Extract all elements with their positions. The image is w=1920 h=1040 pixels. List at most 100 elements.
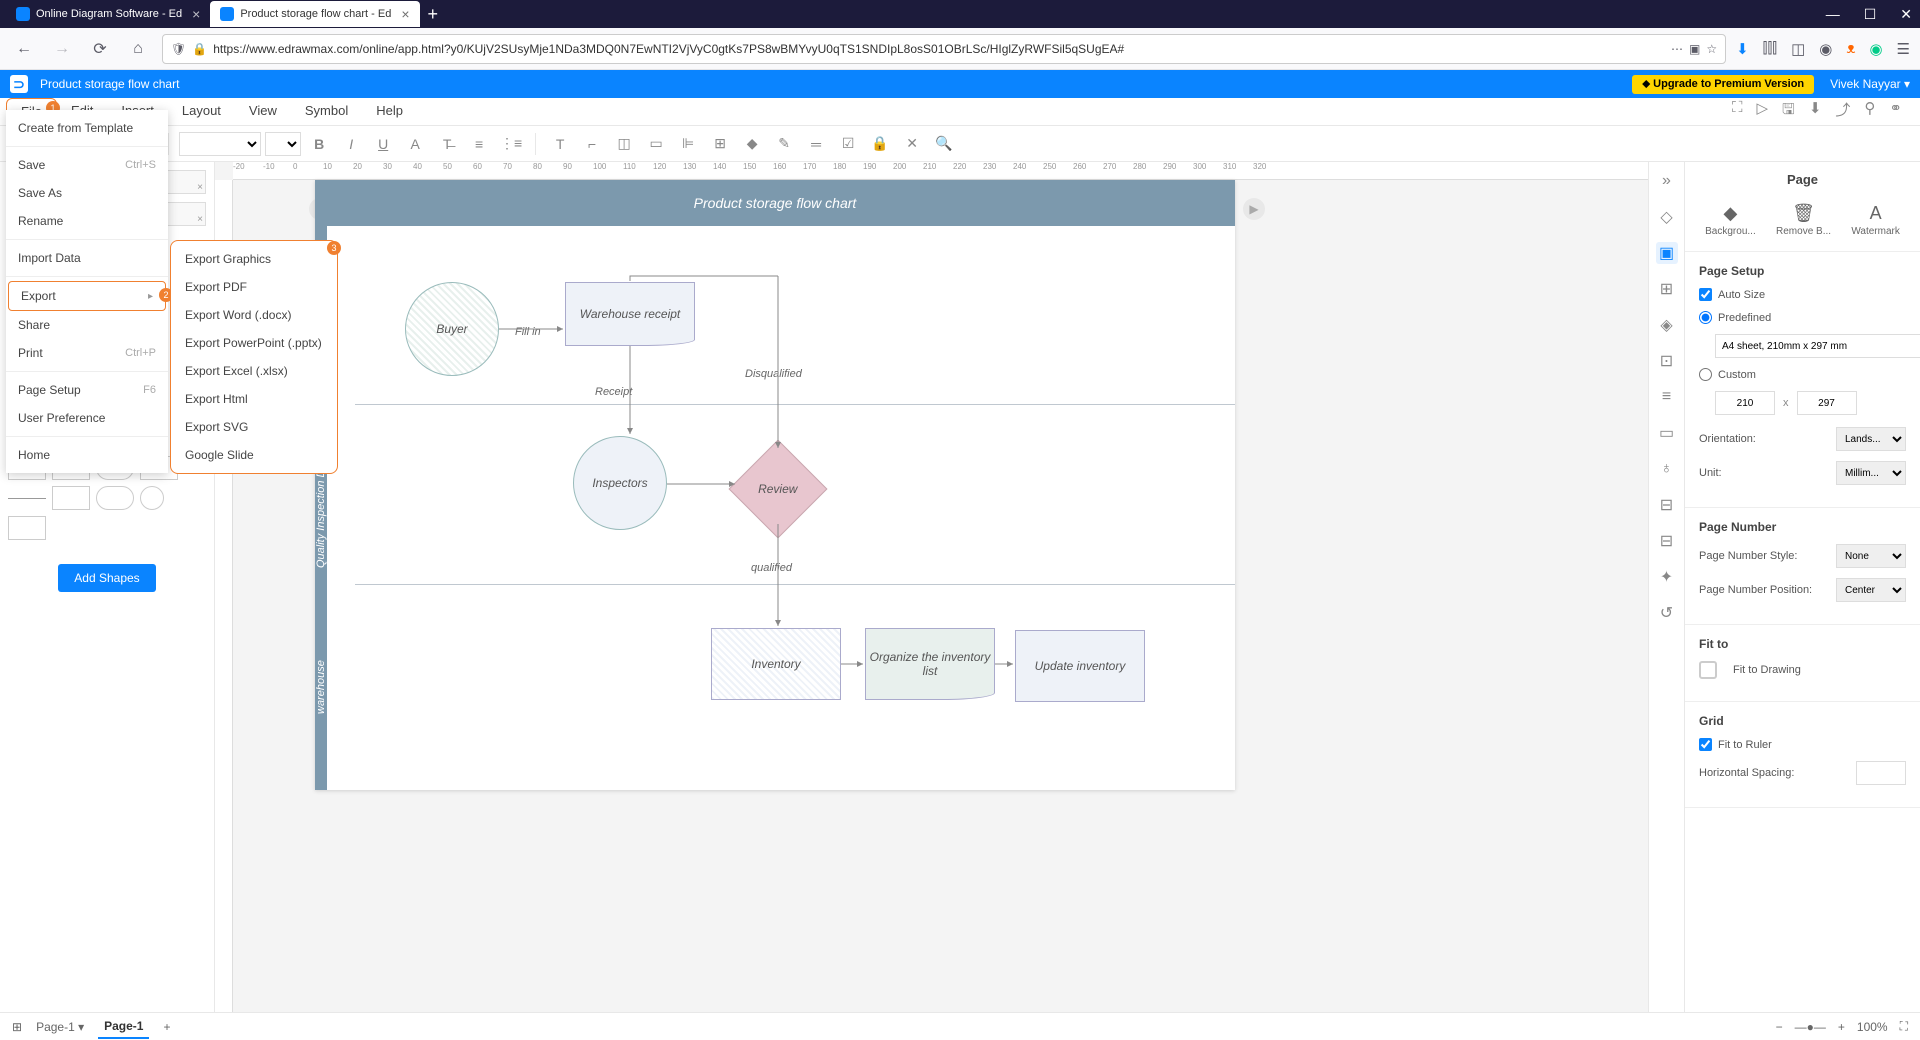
zoom-slider[interactable]: —●— (1795, 1020, 1826, 1034)
watermark-button[interactable]: AWatermark (1851, 203, 1900, 237)
link-icon[interactable]: ⊟ (1656, 494, 1678, 516)
fit-screen-icon[interactable]: ⛶ (1900, 1019, 1908, 1034)
minimize-icon[interactable]: — (1826, 6, 1840, 23)
data-icon[interactable]: ≡ (1656, 386, 1678, 408)
page-nav-right[interactable]: ▶ (1243, 198, 1265, 220)
unit-select[interactable]: Millim... (1836, 461, 1906, 485)
add-shapes-button[interactable]: Add Shapes (58, 564, 155, 592)
line-color-tool[interactable]: ✎ (770, 130, 798, 158)
export-google-slide[interactable]: Google Slide (171, 441, 337, 469)
ext2-icon[interactable]: ◉ (1869, 40, 1882, 58)
canvas-area[interactable]: -20-100102030405060708090100110120130140… (215, 162, 1648, 1012)
sidebar-icon[interactable]: ◫ (1791, 40, 1805, 58)
height-input[interactable] (1797, 391, 1857, 415)
close-icon[interactable]: × (401, 6, 409, 22)
save-icon[interactable]: 🖫 (1782, 99, 1795, 124)
node-warehouse-receipt[interactable]: Warehouse receipt (565, 282, 695, 346)
export-icon[interactable]: ⤴ (1835, 99, 1850, 124)
menu-symbol[interactable]: Symbol (291, 98, 362, 125)
shape-tool[interactable]: ◫ (610, 130, 638, 158)
pn-style-select[interactable]: None (1836, 544, 1906, 568)
reload-button[interactable]: ⟳ (86, 35, 114, 63)
menu-save-as[interactable]: Save As (6, 179, 168, 207)
user-menu[interactable]: Vivek Nayyar ▾ (1830, 77, 1910, 91)
outline-icon[interactable]: ⊞ (12, 1020, 22, 1034)
menu-save[interactable]: SaveCtrl+S (6, 151, 168, 179)
zoom-level[interactable]: 100% (1857, 1020, 1888, 1034)
dots-icon[interactable]: ⋯ (1671, 42, 1683, 56)
page-settings-icon[interactable]: ▣ (1656, 242, 1678, 264)
close-window-icon[interactable]: ✕ (1900, 6, 1912, 23)
swimlane-label[interactable]: warehouse (315, 584, 327, 790)
library-icon[interactable]: ⫿⫿⫿ (1763, 40, 1777, 57)
shape-swatch[interactable] (8, 498, 46, 499)
upgrade-premium-button[interactable]: ⬥ Upgrade to Premium Version (1632, 75, 1814, 94)
url-bar[interactable]: 🛡 🔒 https://www.edrawmax.com/online/app.… (162, 34, 1726, 64)
download-icon[interactable]: ⬇ (1736, 40, 1749, 58)
connector-tool[interactable]: ⌐ (578, 130, 606, 158)
export-graphics[interactable]: Export Graphics3 (171, 245, 337, 273)
width-input[interactable] (1715, 391, 1775, 415)
canvas-page[interactable]: Product storage flow chart Purchasing De… (315, 180, 1235, 790)
font-size-select[interactable] (265, 132, 301, 156)
font-color-button[interactable]: A (401, 130, 429, 158)
menu-import-data[interactable]: Import Data (6, 244, 168, 272)
expand-panel-icon[interactable]: » (1656, 170, 1678, 192)
menu-layout[interactable]: Layout (168, 98, 235, 125)
maximize-icon[interactable]: ☐ (1864, 6, 1877, 23)
browser-tab[interactable]: Online Diagram Software - Ed × (6, 1, 210, 27)
download-icon[interactable]: ⬇ (1809, 99, 1822, 124)
play-icon[interactable]: ▷ (1757, 99, 1769, 124)
custom-radio[interactable]: Custom (1699, 368, 1906, 381)
fit-to-drawing-check[interactable]: Fit to Drawing (1699, 661, 1906, 679)
lock-tool[interactable]: 🔒 (866, 130, 894, 158)
layers-icon[interactable]: ◈ (1656, 314, 1678, 336)
export-excel[interactable]: Export Excel (.xlsx) (171, 357, 337, 385)
reader-icon[interactable]: ▣ (1689, 42, 1700, 56)
node-review[interactable]: Review (729, 440, 828, 539)
menu-create-template[interactable]: Create from Template (6, 114, 168, 142)
remove-bg-button[interactable]: 🗑Remove B... (1776, 203, 1831, 237)
link-icon[interactable]: ⚭ (1889, 99, 1902, 124)
browser-tab-active[interactable]: Product storage flow chart - Ed × (210, 1, 419, 27)
settings-icon[interactable]: ✦ (1656, 566, 1678, 588)
node-inspectors[interactable]: Inspectors (573, 436, 667, 530)
fill-tool[interactable]: ◆ (738, 130, 766, 158)
zoom-out-button[interactable]: − (1776, 1020, 1783, 1034)
page-size-input[interactable] (1715, 334, 1920, 358)
settings-tool[interactable]: ✕ (898, 130, 926, 158)
pn-pos-select[interactable]: Center (1836, 578, 1906, 602)
distribute-tool[interactable]: ⊞ (706, 130, 734, 158)
shape-swatch[interactable] (96, 486, 134, 510)
page-tab[interactable]: Page-1 (98, 1015, 149, 1039)
new-tab-button[interactable]: + (420, 4, 447, 25)
bookmark-icon[interactable]: ☆ (1706, 42, 1717, 56)
shape-swatch[interactable] (8, 516, 46, 540)
menu-page-setup[interactable]: Page SetupF6 (6, 376, 168, 404)
node-inventory[interactable]: Inventory (711, 628, 841, 700)
shield-icon[interactable]: 🛡 (171, 42, 186, 56)
page-selector[interactable]: Page-1 ▾ (36, 1020, 84, 1034)
orientation-select[interactable]: Lands... (1836, 427, 1906, 451)
menu-user-pref[interactable]: User Preference (6, 404, 168, 432)
background-button[interactable]: ◆Backgrou... (1705, 203, 1756, 237)
home-button[interactable]: ⌂ (124, 35, 152, 63)
line-style-tool[interactable]: ═ (802, 130, 830, 158)
checkbox-tool[interactable]: ☑ (834, 130, 862, 158)
shape-swatch[interactable] (140, 486, 164, 510)
font-family-select[interactable] (179, 132, 261, 156)
fill-tool-icon[interactable]: ◇ (1656, 206, 1678, 228)
close-icon[interactable]: × (192, 6, 200, 22)
ext1-icon[interactable]: ᴥ (1846, 40, 1855, 57)
search-tool[interactable]: 🔍 (930, 130, 958, 158)
underline-button[interactable]: U (369, 130, 397, 158)
menu-home[interactable]: Home (6, 441, 168, 469)
menu-help[interactable]: Help (362, 98, 417, 125)
history-icon[interactable]: ↺ (1656, 602, 1678, 624)
diagram-title[interactable]: Product storage flow chart (315, 180, 1235, 226)
list-button[interactable]: ⋮≡ (497, 130, 525, 158)
fit-to-ruler-check[interactable]: Fit to Ruler (1699, 738, 1906, 751)
export-html[interactable]: Export Html (171, 385, 337, 413)
export-word[interactable]: Export Word (.docx) (171, 301, 337, 329)
app-logo[interactable]: ⊃ (10, 75, 28, 93)
